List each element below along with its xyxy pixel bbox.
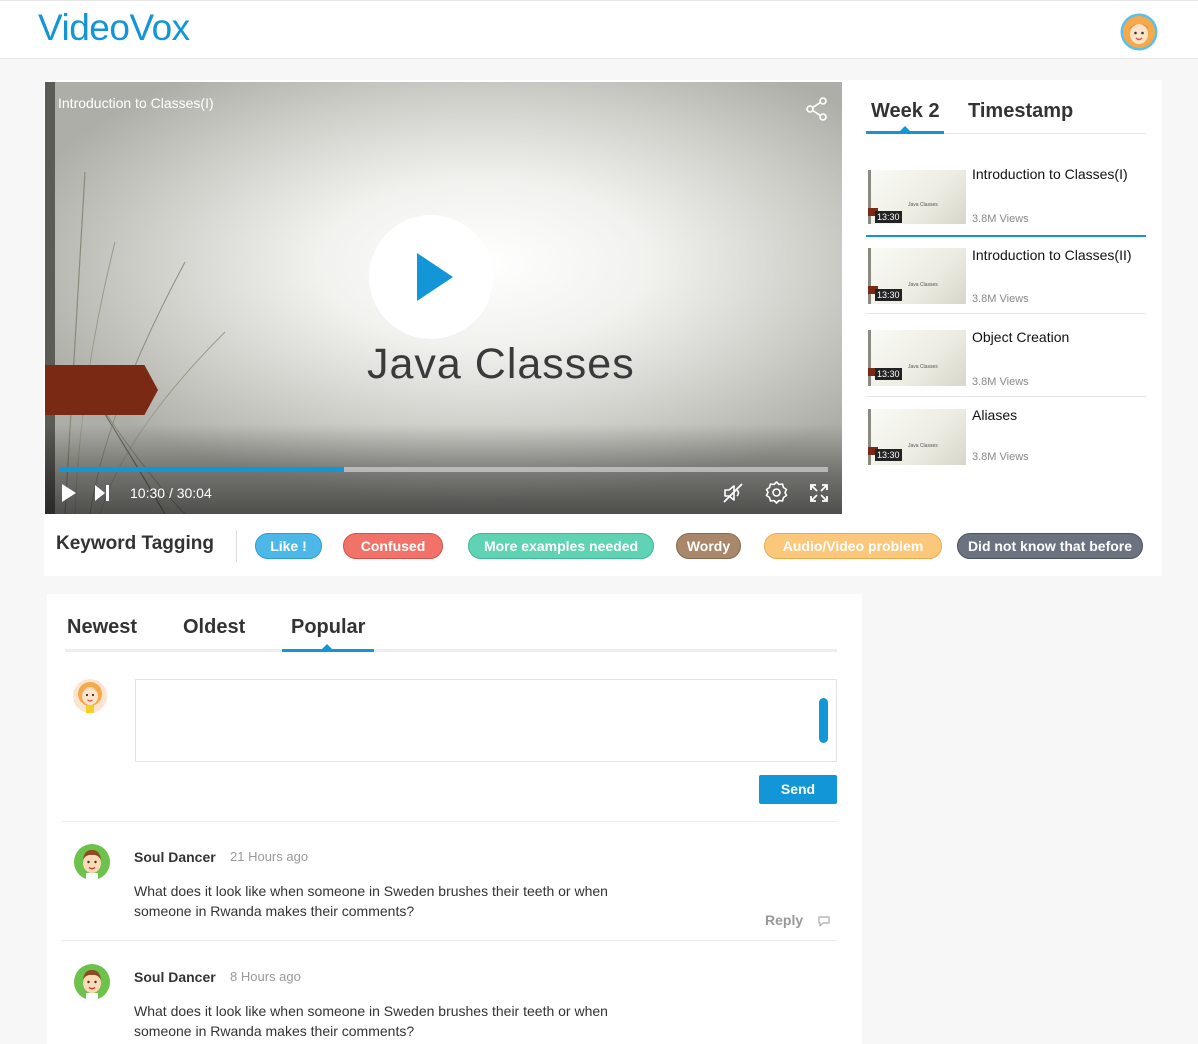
playlist-item[interactable]: Java Classes 13:30 Introduction to Class…: [866, 166, 1146, 238]
progress-fill: [60, 467, 345, 472]
video-thumbnail: Java Classes 13:30: [868, 330, 966, 386]
progress-bar[interactable]: [60, 467, 828, 472]
current-time: 10:30: [130, 485, 166, 501]
skip-next-icon[interactable]: [93, 483, 111, 503]
big-play-icon: [417, 253, 453, 301]
comment-time: 21 Hours ago: [230, 849, 309, 864]
slide-title-text: Java Classes: [367, 340, 635, 388]
total-duration: 30:04: [176, 485, 212, 501]
playlist-item[interactable]: Java Classes 13:30 Introduction to Class…: [866, 246, 1146, 314]
playlist-item-title: Introduction to Classes(II): [972, 247, 1132, 263]
playlist-separator: [866, 313, 1146, 314]
tab-popular[interactable]: Popular: [291, 616, 365, 639]
comment-input[interactable]: [135, 679, 837, 762]
user-avatar-icon[interactable]: [1120, 13, 1158, 51]
playlist-item[interactable]: Java Classes 13:30 Aliases 3.8M Views: [866, 407, 1146, 467]
thumbnail-text: Java Classes: [908, 282, 938, 288]
commenter-avatar-icon[interactable]: [74, 964, 110, 1000]
commenter-avatar-icon[interactable]: [74, 844, 110, 880]
my-avatar-icon: [73, 679, 107, 713]
keyword-divider: [236, 530, 237, 562]
thumbnail-text: Java Classes: [908, 202, 938, 208]
video-thumbnail: Java Classes 13:30: [868, 409, 966, 465]
reply-button[interactable]: Reply: [765, 912, 803, 928]
duration-badge: 13:30: [875, 368, 902, 380]
big-play-button[interactable]: [369, 215, 493, 339]
video-title: Introduction to Classes(I): [58, 95, 214, 111]
active-tab-caret: [322, 644, 332, 649]
playlist-item-title: Aliases: [972, 407, 1018, 423]
playlist-item-views: 3.8M Views: [972, 451, 1029, 463]
playlist-tabs: Week 2 Timestamp: [866, 96, 1146, 134]
tag-more-examples-button[interactable]: More examples needed: [468, 533, 654, 559]
tag-like-button[interactable]: Like !: [255, 533, 322, 559]
active-tab-caret: [900, 126, 910, 131]
tab-timestamp[interactable]: Timestamp: [968, 100, 1073, 123]
duration-badge: 13:30: [875, 289, 902, 301]
comment-time: 8 Hours ago: [230, 969, 301, 984]
tab-newest[interactable]: Newest: [67, 616, 137, 639]
active-tab-indicator: [866, 131, 944, 134]
duration-badge: 13:30: [875, 211, 902, 223]
comment-text: What does it look like when someone in S…: [134, 1003, 608, 1039]
settings-icon[interactable]: [764, 480, 789, 505]
comment-separator: [61, 821, 837, 822]
app-logo[interactable]: VideoVox: [38, 7, 190, 49]
comment-text: What does it look like when someone in S…: [134, 883, 608, 919]
tag-wordy-button[interactable]: Wordy: [676, 533, 741, 559]
play-icon[interactable]: [60, 482, 78, 504]
playlist-item-title: Object Creation: [972, 329, 1070, 345]
fullscreen-icon[interactable]: [809, 483, 829, 503]
slide-arrow-shape: [45, 365, 158, 415]
playlist-item-views: 3.8M Views: [972, 293, 1029, 305]
tab-week-2[interactable]: Week 2: [871, 100, 940, 123]
comment-author[interactable]: Soul Dancer: [134, 969, 216, 985]
tag-did-not-know-button[interactable]: Did not know that before: [957, 533, 1143, 559]
playlist-item-views: 3.8M Views: [972, 376, 1029, 388]
comment-sort-tabs: Newest Oldest Popular: [65, 612, 837, 652]
thumbnail-text: Java Classes: [908, 364, 938, 370]
duration-badge: 13:30: [875, 449, 902, 461]
top-bar: VideoVox: [0, 0, 1198, 59]
time-separator: /: [168, 485, 173, 501]
playlist-item-views: 3.8M Views: [972, 213, 1029, 225]
current-item-indicator: [866, 235, 1146, 237]
tag-confused-button[interactable]: Confused: [343, 533, 443, 559]
playlist-item[interactable]: Java Classes 13:30 Object Creation 3.8M …: [866, 328, 1146, 398]
active-tab-indicator: [282, 649, 374, 652]
time-display: 10:30 / 30:04: [130, 485, 212, 501]
comment-author[interactable]: Soul Dancer: [134, 849, 216, 865]
tag-audio-video-problem-button[interactable]: Audio/Video problem: [764, 533, 942, 559]
share-icon[interactable]: [804, 96, 830, 122]
video-thumbnail: Java Classes 13:30: [868, 248, 966, 304]
playlist-item-title: Introduction to Classes(I): [972, 166, 1128, 182]
send-button[interactable]: Send: [759, 775, 837, 804]
keyword-tagging-label: Keyword Tagging: [56, 533, 214, 554]
tab-oldest[interactable]: Oldest: [183, 616, 245, 639]
comment-separator: [61, 940, 837, 941]
mute-icon[interactable]: [722, 482, 744, 504]
video-thumbnail: Java Classes 13:30: [868, 170, 966, 224]
comment-input-scrollbar[interactable]: [819, 698, 828, 743]
playlist-separator: [866, 396, 1146, 397]
video-player[interactable]: Java Classes Introduction to Classes(I) …: [45, 82, 842, 514]
reply-icon[interactable]: [817, 915, 831, 927]
thumbnail-text: Java Classes: [908, 443, 938, 449]
